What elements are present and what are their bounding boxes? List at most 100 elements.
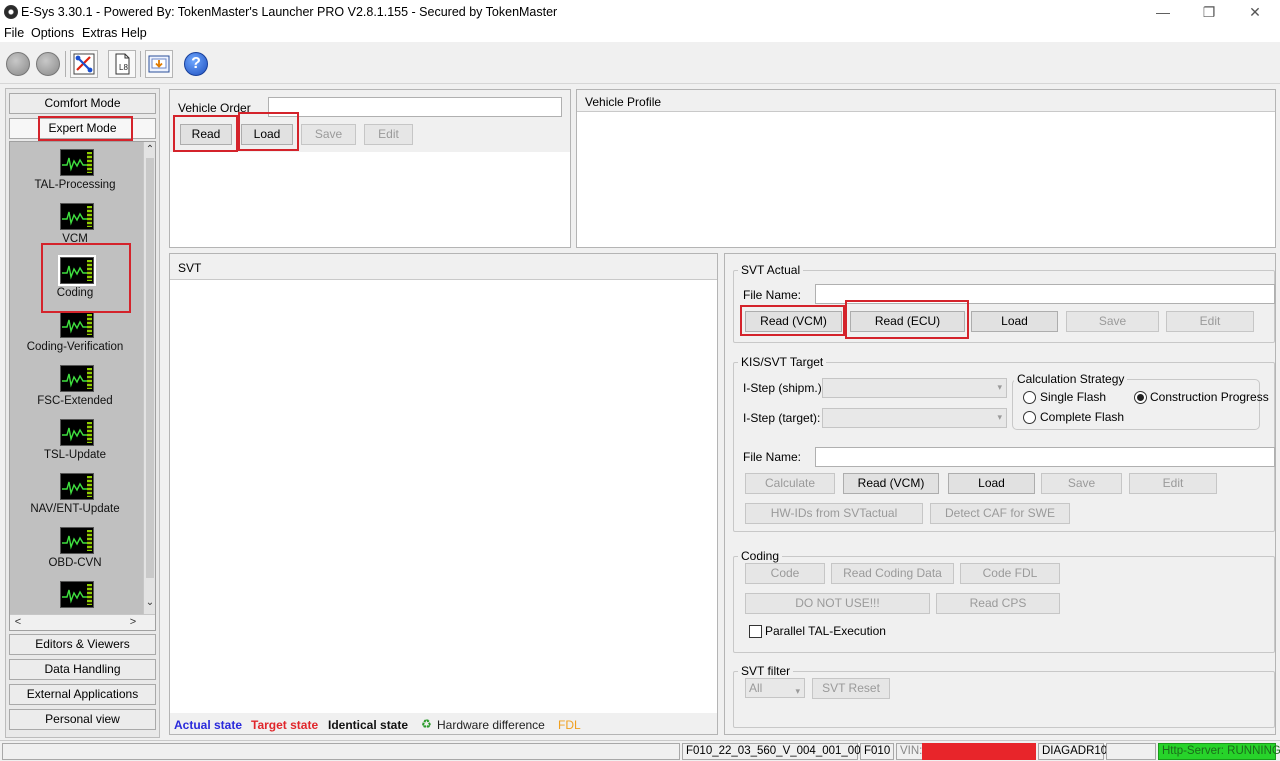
- sidebar-function-list: TAL-Processing VCM Coding Coding-Verific…: [9, 141, 156, 631]
- istep-target-label: I-Step (target):: [743, 411, 821, 425]
- oscilloscope-icon: [60, 149, 94, 176]
- svt-filter-title: SVT filter: [738, 664, 794, 678]
- window-title: E-Sys 3.30.1 - Powered By: TokenMaster's…: [21, 5, 558, 19]
- sidebar-item-coding-verification[interactable]: Coding-Verification: [10, 309, 140, 363]
- svt-actual-edit-button[interactable]: Edit: [1166, 311, 1254, 332]
- toolbar-separator: [65, 51, 66, 77]
- sidebar-item-tal-processing[interactable]: TAL-Processing: [10, 147, 140, 201]
- sidebar-item-obd-cvn[interactable]: OBD-CVN: [10, 525, 140, 579]
- menu-options[interactable]: Options: [31, 26, 74, 40]
- sidebar-item-nav-ent-update[interactable]: NAV/ENT-Update: [10, 471, 140, 525]
- chevron-down-icon: ▾: [997, 412, 1002, 422]
- code-button[interactable]: Code: [745, 563, 825, 584]
- back-circle-icon[interactable]: [6, 52, 30, 76]
- highlight-box: [41, 243, 131, 313]
- highlight-box: [38, 116, 133, 141]
- forward-circle-icon[interactable]: [36, 52, 60, 76]
- chevron-down-icon: ▾: [997, 382, 1002, 392]
- edit-button[interactable]: Edit: [364, 124, 413, 145]
- legend-target-state: Target state: [251, 718, 319, 732]
- scroll-left-icon[interactable]: <: [13, 616, 23, 628]
- horizontal-scrollbar[interactable]: < >: [10, 614, 155, 630]
- help-icon[interactable]: ?: [184, 52, 208, 76]
- http-server-status: Http-Server: RUNNING: [1158, 743, 1280, 760]
- title-bar: E-Sys 3.30.1 - Powered By: TokenMaster's…: [0, 0, 1280, 26]
- sidebar-item-label: Coding-Verification: [26, 341, 124, 353]
- scroll-up-icon[interactable]: ⌃: [144, 144, 155, 155]
- read-cps-button[interactable]: Read CPS: [936, 593, 1060, 614]
- legend-identical-state: Identical state: [328, 718, 409, 732]
- menu-bar: File Options Extras Help: [0, 24, 1280, 42]
- code-fdl-button[interactable]: Code FDL: [960, 563, 1060, 584]
- menu-file[interactable]: File: [4, 26, 24, 40]
- hwids-from-svtactual-button[interactable]: HW-IDs from SVTactual: [745, 503, 923, 524]
- svt-panel: SVT Actual state Target state Identical …: [169, 253, 718, 735]
- vehicle-order-panel: Vehicle Order Read Load Save Edit: [169, 89, 571, 248]
- vehicle-profile-panel: Vehicle Profile: [576, 89, 1276, 248]
- do-not-use-button[interactable]: DO NOT USE!!!: [745, 593, 930, 614]
- svt-actual-save-button[interactable]: Save: [1066, 311, 1159, 332]
- editors-viewers-button[interactable]: Editors & Viewers: [9, 634, 156, 655]
- status-diag-address: DIAGADR10: [1038, 743, 1107, 760]
- sidebar-item-fsc-extended[interactable]: FSC-Extended: [10, 363, 140, 417]
- status-empty: [1106, 743, 1156, 760]
- read-coding-data-button[interactable]: Read Coding Data: [831, 563, 954, 584]
- legend-hardware-difference: Hardware difference: [437, 718, 545, 732]
- highlight-box: [845, 300, 969, 339]
- single-flash-radio[interactable]: [1023, 391, 1036, 404]
- oscilloscope-icon: [60, 203, 94, 230]
- data-handling-button[interactable]: Data Handling: [9, 659, 156, 680]
- kis-load-button[interactable]: Load: [948, 473, 1035, 494]
- construction-progress-label: Construction Progress: [1150, 390, 1269, 404]
- svt-filter-select[interactable]: All ▾: [745, 678, 805, 698]
- download-icon[interactable]: [145, 50, 173, 78]
- complete-flash-label: Complete Flash: [1040, 410, 1125, 424]
- connect-icon[interactable]: [70, 50, 98, 78]
- minimize-button[interactable]: —: [1140, 0, 1186, 26]
- hardware-difference-icon: ♻: [421, 717, 432, 731]
- oscilloscope-icon: [60, 473, 94, 500]
- menu-help[interactable]: Help: [121, 26, 147, 40]
- document-icon[interactable]: L8: [108, 50, 136, 78]
- maximize-button[interactable]: ❐: [1186, 0, 1232, 26]
- complete-flash-radio[interactable]: [1023, 411, 1036, 424]
- status-series: F010: [860, 743, 894, 760]
- sidebar-item-tsl-update[interactable]: TSL-Update: [10, 417, 140, 471]
- comfort-mode-button[interactable]: Comfort Mode: [9, 93, 156, 114]
- kis-file-name-label: File Name:: [743, 450, 802, 464]
- scroll-right-icon[interactable]: >: [128, 616, 138, 628]
- external-applications-button[interactable]: External Applications: [9, 684, 156, 705]
- vehicle-profile-header: [577, 90, 1275, 112]
- calculate-button[interactable]: Calculate: [745, 473, 835, 494]
- save-button[interactable]: Save: [301, 124, 356, 145]
- menu-extras[interactable]: Extras: [82, 26, 117, 40]
- svt-actual-load-button[interactable]: Load: [971, 311, 1058, 332]
- svt-reset-button[interactable]: SVT Reset: [812, 678, 890, 699]
- scroll-down-icon[interactable]: ⌄: [144, 597, 155, 608]
- vehicle-profile-title: Vehicle Profile: [585, 95, 662, 109]
- vehicle-order-input[interactable]: [268, 97, 562, 117]
- status-bar: F010_22_03_560_V_004_001_000 F010 VIN: D…: [0, 740, 1280, 761]
- kis-save-button[interactable]: Save: [1041, 473, 1122, 494]
- construction-progress-radio[interactable]: [1134, 391, 1147, 404]
- status-ivm: F010_22_03_560_V_004_001_000: [682, 743, 867, 760]
- personal-view-button[interactable]: Personal view: [9, 709, 156, 730]
- coding-title: Coding: [738, 549, 783, 563]
- svt-actual-file-name-label: File Name:: [743, 288, 802, 302]
- kis-read-vcm-button[interactable]: Read (VCM): [843, 473, 939, 494]
- kis-file-name-input[interactable]: [815, 447, 1275, 467]
- parallel-tal-checkbox[interactable]: [749, 625, 762, 638]
- istep-shipm-select[interactable]: ▾: [822, 378, 1007, 398]
- vin-label: VIN:: [900, 745, 923, 757]
- highlight-box: [173, 115, 238, 152]
- svt-filter-value: All: [749, 681, 763, 695]
- app-logo-icon: [4, 5, 18, 19]
- vertical-scrollbar[interactable]: ⌃ ⌄: [143, 142, 155, 614]
- oscilloscope-icon: [60, 581, 94, 608]
- oscilloscope-icon: [60, 311, 94, 338]
- istep-target-select[interactable]: ▾: [822, 408, 1007, 428]
- scroll-thumb[interactable]: [146, 158, 154, 578]
- kis-edit-button[interactable]: Edit: [1129, 473, 1217, 494]
- close-button[interactable]: ✕: [1232, 0, 1278, 26]
- detect-caf-button[interactable]: Detect CAF for SWE: [930, 503, 1070, 524]
